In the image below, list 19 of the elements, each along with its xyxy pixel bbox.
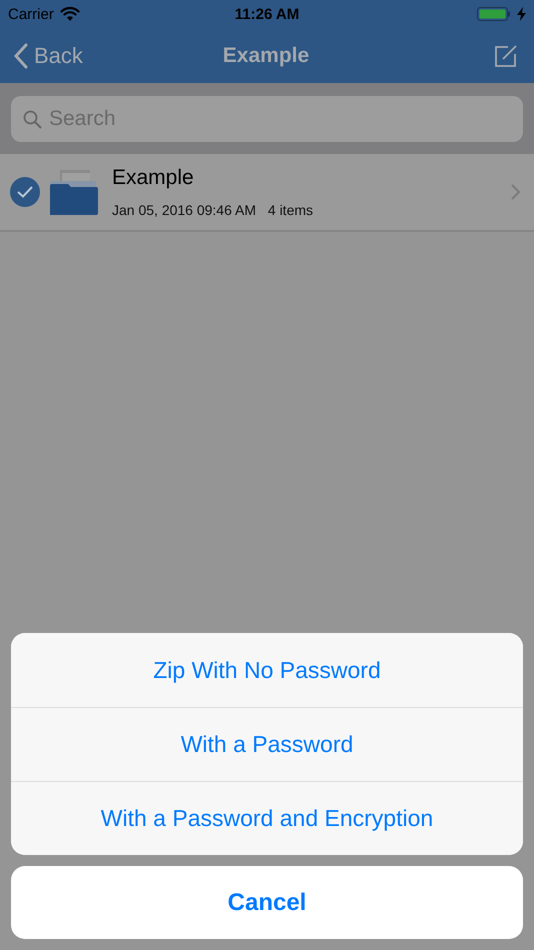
wifi-icon bbox=[60, 6, 80, 22]
nav-title: Example bbox=[222, 44, 310, 68]
file-row[interactable]: Example Jan 05, 2016 09:46 AM 4 items bbox=[0, 154, 534, 232]
search-icon bbox=[23, 110, 42, 129]
file-date: Jan 05, 2016 09:46 AM bbox=[112, 202, 256, 218]
action-option[interactable]: With a Password and Encryption bbox=[11, 781, 523, 855]
selection-checkmark[interactable] bbox=[10, 177, 40, 207]
back-button[interactable]: Back bbox=[14, 42, 134, 68]
battery-icon bbox=[476, 6, 511, 22]
carrier-name: Carrier bbox=[8, 6, 54, 22]
chevron-icon bbox=[511, 184, 520, 200]
item-count: 4 items bbox=[268, 202, 314, 218]
compose-icon bbox=[494, 44, 518, 68]
folder-icon bbox=[50, 169, 98, 215]
cancel-button[interactable]: Cancel bbox=[11, 866, 523, 939]
checkmark-icon bbox=[17, 186, 33, 198]
file-name: Example bbox=[112, 166, 195, 190]
clock-time: 11:26 AM bbox=[234, 6, 300, 22]
back-chevron-icon bbox=[14, 42, 28, 68]
